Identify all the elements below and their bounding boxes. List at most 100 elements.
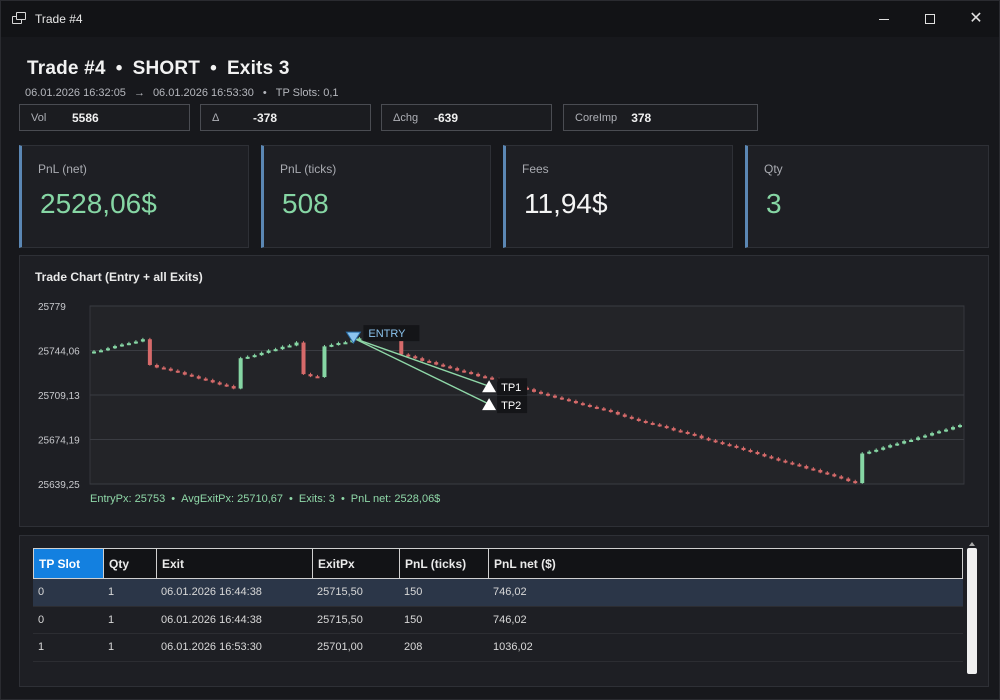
candle xyxy=(587,404,592,407)
cell-pnl-ticks: 208 xyxy=(404,641,423,654)
candle xyxy=(790,462,795,465)
exits-table: TP Slot Qty Exit ExitPx PnL (ticks) PnL … xyxy=(33,548,963,662)
candle xyxy=(720,442,725,445)
cell-exit: 06.01.2026 16:44:38 xyxy=(161,613,262,626)
trade-side: SHORT xyxy=(132,58,201,79)
column-header-pnl-ticks[interactable]: PnL (ticks) xyxy=(400,549,489,578)
entry-px: EntryPx: 25753 xyxy=(90,493,166,505)
candle xyxy=(287,345,292,348)
candle xyxy=(552,395,557,398)
column-header-exit[interactable]: Exit xyxy=(157,549,313,578)
avg-exit-px: AvgExitPx: 25710,67 xyxy=(181,493,283,505)
title-bar[interactable]: Trade #4 ✕ xyxy=(1,1,999,37)
pnl-net: PnL net: 2528,06$ xyxy=(350,493,441,505)
card-label: Qty xyxy=(764,162,783,176)
column-header-qty[interactable]: Qty xyxy=(104,549,157,578)
candle xyxy=(664,426,669,429)
cell-qty: 1 xyxy=(108,641,115,654)
trade-chart[interactable]: 25779 25744,06 25709,13 25674,19 25639,25 ENT… xyxy=(20,256,990,528)
window-title: Trade #4 xyxy=(35,12,83,26)
table-row[interactable]: 0 1 06.01.2026 16:44:38 25715,50 150 746… xyxy=(33,579,963,607)
candle xyxy=(636,418,641,422)
candle xyxy=(615,411,620,415)
candle xyxy=(839,476,844,479)
candle xyxy=(818,470,823,473)
card-pnl-ticks: PnL (ticks) 508 xyxy=(261,145,491,248)
scrollbar-thumb[interactable] xyxy=(967,548,977,674)
stat-delta: Δ -378 xyxy=(200,104,371,131)
candle xyxy=(762,454,767,457)
stat-value: -639 xyxy=(434,110,459,125)
column-header-pnl-net[interactable]: PnL net ($) xyxy=(489,549,962,578)
candle xyxy=(217,382,222,385)
candle xyxy=(846,478,851,482)
candle xyxy=(692,433,697,436)
cell-tp-slot: 1 xyxy=(38,641,45,654)
candle xyxy=(252,355,257,358)
candle xyxy=(427,360,432,363)
candle xyxy=(245,356,250,359)
candle xyxy=(825,472,830,475)
candle xyxy=(413,356,418,359)
candle xyxy=(455,368,460,371)
candle xyxy=(224,384,229,387)
maximize-button[interactable] xyxy=(907,1,953,37)
page-title: Trade #4 • SHORT • Exits 3 xyxy=(27,58,290,79)
chart-title: Trade Chart (Entry + all Exits) xyxy=(35,270,203,284)
trade-id: Trade #4 xyxy=(27,58,106,79)
candle xyxy=(266,350,271,353)
card-pnl-net: PnL (net) 2528,06$ xyxy=(19,145,249,248)
candle xyxy=(483,376,488,379)
candle xyxy=(811,468,816,471)
candle xyxy=(951,427,956,430)
candle xyxy=(147,339,152,365)
candle xyxy=(315,376,320,379)
cell-pnl-net: 746,02 xyxy=(493,586,527,599)
table-scrollbar[interactable] xyxy=(966,542,978,680)
candle xyxy=(713,440,718,443)
minimize-icon xyxy=(879,18,889,20)
candle xyxy=(748,450,753,453)
candle xyxy=(273,349,278,352)
table-header: TP Slot Qty Exit ExitPx PnL (ticks) PnL … xyxy=(33,548,963,579)
stat-label: Vol xyxy=(31,111,47,124)
candle xyxy=(755,451,760,455)
cell-pnl-ticks: 150 xyxy=(404,613,423,626)
cell-exit-px: 25715,50 xyxy=(317,613,363,626)
candle xyxy=(462,370,467,373)
arrow-icon: → xyxy=(133,87,145,99)
candle xyxy=(308,374,313,377)
table-row[interactable]: 1 1 06.01.2026 16:53:30 25701,00 208 103… xyxy=(33,634,963,662)
candle xyxy=(175,370,180,373)
trade-window: Trade #4 ✕ Trade #4 • SHORT • Exits 3 06.01.… xyxy=(0,0,1000,700)
minimize-button[interactable] xyxy=(861,1,907,37)
candle xyxy=(629,416,634,419)
chart-summary: EntryPx: 25753 • AvgExitPx: 25710,67 • Exits… xyxy=(90,493,441,505)
candle xyxy=(671,428,676,431)
cell-tp-slot: 0 xyxy=(38,586,45,599)
candle xyxy=(895,443,900,446)
table-row[interactable]: 0 1 06.01.2026 16:44:38 25715,50 150 746… xyxy=(33,607,963,634)
stat-label: Δ xyxy=(212,111,220,124)
candle xyxy=(580,403,585,406)
column-header-tp-slot[interactable]: TP Slot xyxy=(34,549,104,578)
scroll-up-icon[interactable] xyxy=(969,542,975,546)
candle xyxy=(888,445,893,448)
tp-slots: TP Slots: 0,1 xyxy=(275,87,339,99)
close-button[interactable]: ✕ xyxy=(953,1,999,37)
column-header-exit-px[interactable]: ExitPx xyxy=(313,549,400,578)
candle xyxy=(867,451,872,454)
candle xyxy=(678,430,683,433)
exit-label: TP1 xyxy=(501,382,521,394)
stat-value: 5586 xyxy=(72,110,99,125)
candle xyxy=(476,373,481,377)
candle xyxy=(881,447,886,450)
candle xyxy=(329,344,334,347)
candle xyxy=(958,425,962,428)
candle xyxy=(545,393,550,396)
candle xyxy=(776,458,781,461)
cell-pnl-ticks: 150 xyxy=(404,586,423,599)
candle xyxy=(469,372,474,375)
candle xyxy=(280,346,285,350)
candle xyxy=(930,433,935,436)
